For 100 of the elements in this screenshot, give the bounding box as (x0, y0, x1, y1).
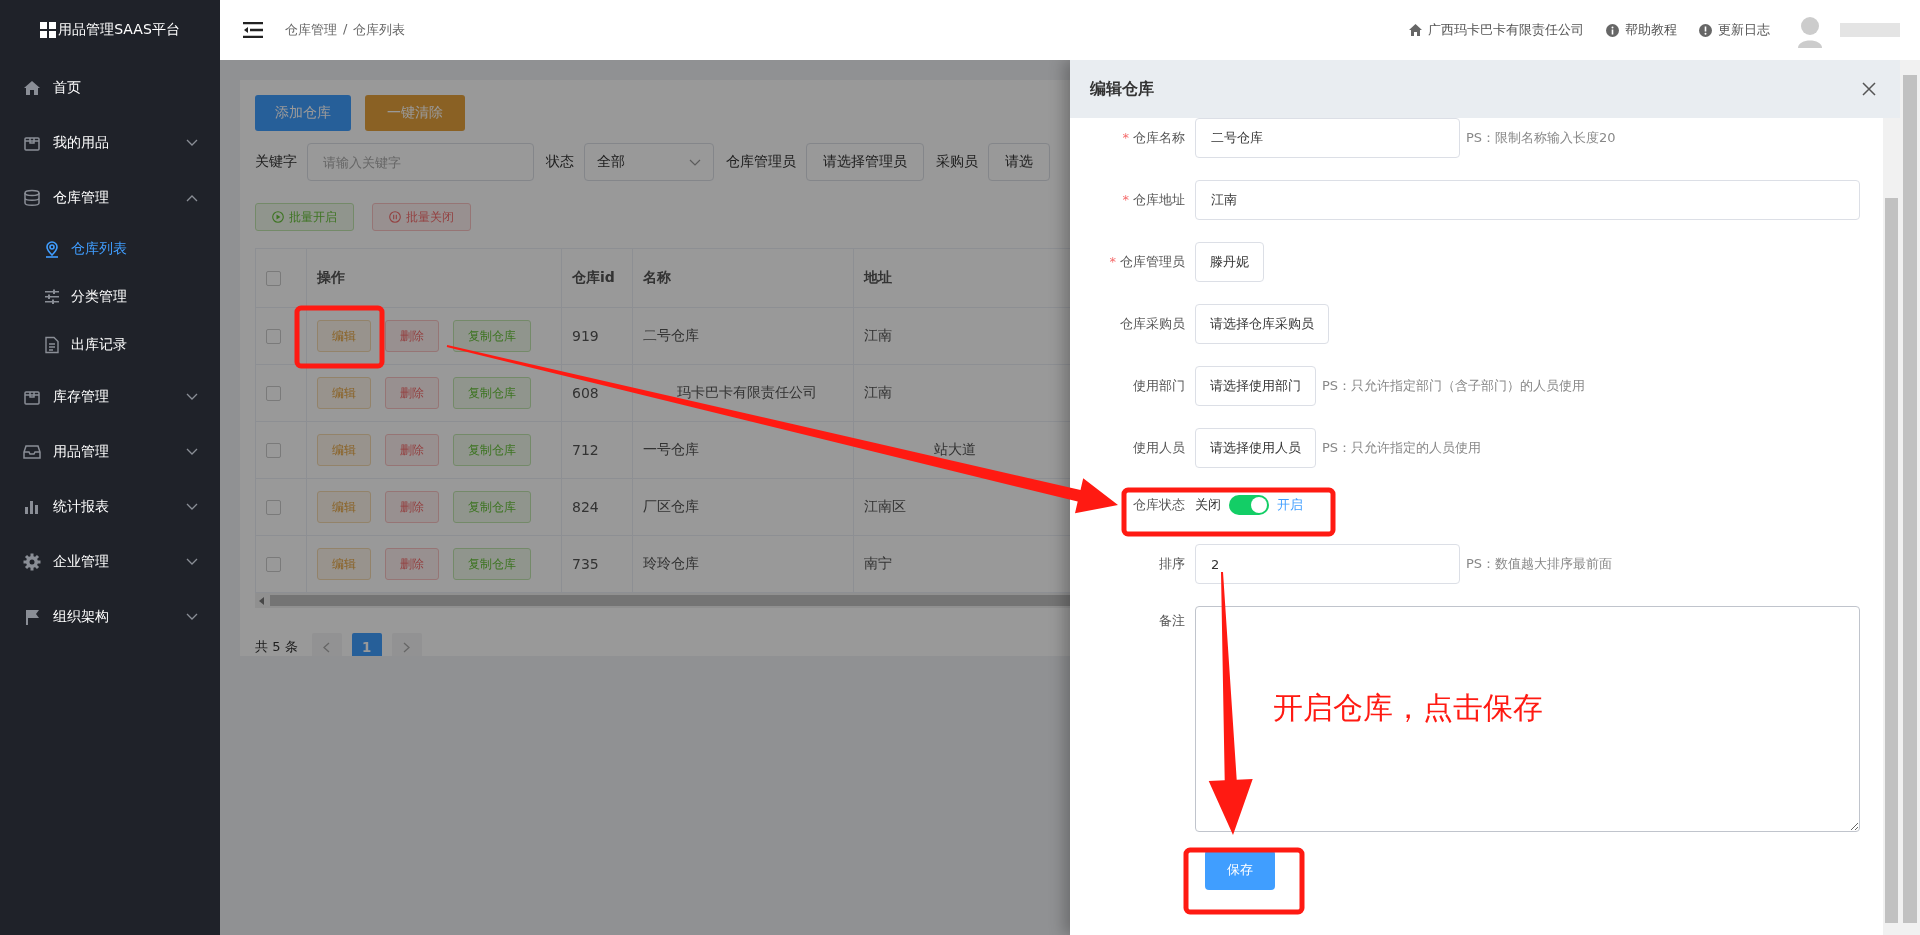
input-field[interactable]: 2 (1195, 544, 1460, 584)
table-cell: 712 (561, 421, 633, 479)
field-hint: PS：数值越大排序最前面 (1466, 555, 1613, 573)
chevron-right-icon (403, 641, 411, 653)
picker-button[interactable]: 请选择管理员 (806, 143, 924, 181)
chevron-down-icon (186, 557, 198, 566)
menu-icon[interactable] (243, 22, 263, 38)
table-cell: 江南 (864, 327, 892, 343)
location-pin-icon (43, 240, 61, 258)
sidebar-item[interactable]: 用品管理 (0, 424, 220, 479)
chevron-up-icon (186, 193, 198, 202)
chevron-left-icon (323, 641, 331, 653)
toggle-switch[interactable] (1229, 495, 1269, 515)
field-label: 仓库采购员 (1120, 316, 1185, 331)
alert-icon (1699, 23, 1712, 37)
home-icon (1409, 24, 1422, 36)
sidebar-subitem[interactable]: 出库记录 (0, 321, 220, 369)
table-cell: 二号仓库 (643, 327, 699, 343)
table-cell: 玛卡巴卡有限责任公司 (677, 384, 817, 400)
field-label: 使用部门 (1133, 378, 1185, 393)
table-cell: 824 (561, 478, 633, 536)
picker-button[interactable]: 请选择仓库采购员 (1195, 304, 1329, 344)
sidebar-item[interactable]: 统计报表 (0, 479, 220, 534)
sidebar-item[interactable]: 仓库管理 (0, 170, 220, 225)
header-link[interactable]: 帮助教程 (1606, 21, 1677, 39)
sidebar-item[interactable]: 库存管理 (0, 369, 220, 424)
chevron-down-icon (186, 447, 198, 456)
required-mark: * (1122, 130, 1129, 145)
field-label: 仓库状态 (1133, 497, 1185, 512)
sliders-icon (43, 288, 61, 306)
field-hint: PS：只允许指定的人员使用 (1322, 439, 1482, 457)
table-cell: 江南区 (864, 498, 906, 514)
switch-off-label: 关闭 (1195, 496, 1221, 514)
table-cell: 站大道 (934, 441, 976, 457)
table-cell: 玲玲仓库 (643, 555, 699, 571)
annotation-note: 开启仓库，点击保存 (1273, 689, 1543, 727)
chevron-down-icon (186, 502, 198, 511)
picker-button[interactable]: 请选择使用部门 (1195, 366, 1316, 406)
required-mark: * (1109, 254, 1116, 269)
field-label: 仓库地址 (1133, 192, 1185, 207)
input-field[interactable]: 二号仓库 (1195, 118, 1460, 158)
sidebar-subitem[interactable]: 分类管理 (0, 273, 220, 321)
breadcrumb-item[interactable]: 仓库列表 (353, 21, 406, 39)
home-icon (23, 78, 41, 97)
input-field[interactable]: 江南 (1195, 180, 1860, 220)
picker-button[interactable]: 请选 (988, 143, 1050, 181)
chevron-down-icon (186, 612, 198, 621)
sidebar-item[interactable]: 企业管理 (0, 534, 220, 589)
chevron-down-icon (186, 392, 198, 401)
row-checkbox[interactable] (266, 557, 281, 573)
flag-icon (23, 607, 41, 626)
header-link[interactable]: 更新日志 (1699, 21, 1770, 39)
required-mark: * (1122, 192, 1129, 207)
filter-label: 关键字 (255, 153, 297, 171)
table-cell: 一号仓库 (643, 441, 699, 457)
redacted-name (1840, 23, 1900, 37)
filter-label: 仓库管理员 (726, 153, 796, 171)
column-header: 操作 (306, 248, 562, 308)
row-checkbox[interactable] (266, 329, 281, 345)
row-checkbox[interactable] (266, 500, 281, 516)
play-icon (272, 211, 284, 223)
database-icon (23, 188, 41, 207)
gear-icon (23, 552, 41, 571)
field-label: 仓库管理员 (1120, 254, 1185, 269)
field-hint: PS：只允许指定部门（含子部门）的人员使用 (1322, 377, 1586, 395)
sidebar-item[interactable]: 组织架构 (0, 589, 220, 644)
chevron-down-icon (186, 138, 198, 147)
picker-button[interactable]: 请选择使用人员 (1195, 428, 1316, 468)
table-cell: 919 (561, 307, 633, 365)
picker-button[interactable]: 滕丹妮 (1195, 242, 1264, 282)
remark-field[interactable] (1195, 606, 1860, 832)
row-checkbox[interactable] (266, 443, 281, 459)
field-label: 备注 (1159, 613, 1185, 628)
table-cell: 735 (561, 535, 633, 593)
pause-icon (389, 211, 401, 223)
document-icon (43, 336, 61, 354)
grid-logo-icon (40, 22, 57, 38)
filter-label: 状态 (546, 153, 574, 171)
sidebar-item[interactable]: 首页 (0, 60, 220, 115)
page-scrollbar[interactable] (1900, 60, 1920, 935)
company-link[interactable]: 广西玛卡巴卡有限责任公司 (1409, 21, 1584, 39)
breadcrumb-item[interactable]: 仓库管理 (285, 21, 337, 39)
next-page-button[interactable] (391, 633, 422, 656)
select-all-checkbox[interactable] (266, 271, 281, 287)
field-label: 使用人员 (1133, 440, 1185, 455)
chevron-down-icon (689, 158, 701, 166)
info-icon (1606, 23, 1619, 37)
inbox-icon (23, 442, 41, 461)
column-header: 名称 (632, 248, 854, 308)
column-header: 仓库id (561, 248, 633, 308)
status-select[interactable]: 全部 (584, 143, 714, 181)
scroll-left-icon[interactable] (258, 596, 266, 605)
total-count: 共 5 条 (255, 638, 298, 656)
row-checkbox[interactable] (266, 386, 281, 402)
close-icon[interactable] (1862, 82, 1876, 96)
drawer-scrollbar[interactable] (1883, 118, 1900, 935)
table-cell: 南宁 (864, 555, 892, 571)
sidebar-item[interactable]: 我的用品 (0, 115, 220, 170)
prev-page-button[interactable] (311, 633, 342, 656)
sidebar-subitem[interactable]: 仓库列表 (0, 225, 220, 273)
